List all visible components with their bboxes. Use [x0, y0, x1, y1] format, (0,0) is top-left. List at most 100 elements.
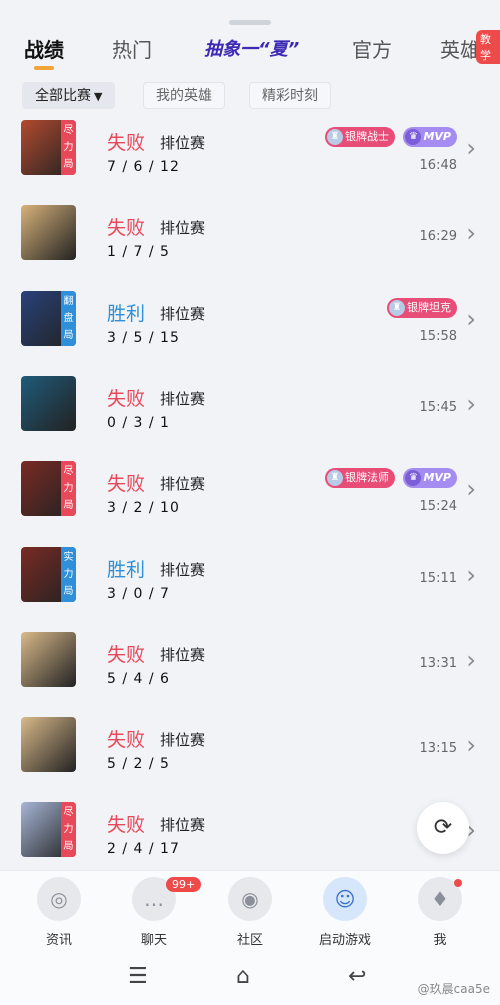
tab-hot[interactable]: 热门 [112, 34, 152, 63]
active-tab-indicator [34, 66, 54, 70]
match-tag: 翻盘局 [61, 291, 76, 346]
filter-all-label: 全部比赛 [35, 88, 91, 104]
match-row[interactable]: 失败 排位赛 5 / 4 / 6 13:31 › [0, 632, 500, 717]
chevron-down-icon: ▼ [94, 90, 103, 103]
match-kda: 3 / 2 / 10 [107, 500, 180, 516]
nav-news-label: 资讯 [45, 933, 72, 948]
match-time: 16:29 [419, 229, 457, 244]
chat-unread-badge: 99+ [166, 877, 202, 892]
refresh-button[interactable]: ⟳ [417, 802, 469, 854]
match-result: 失败 [107, 217, 146, 239]
match-mode: 排位赛 [160, 219, 206, 237]
home-icon[interactable]: ⌂ [236, 964, 250, 989]
hero-avatar [21, 717, 76, 772]
news-icon: ◎ [37, 877, 81, 921]
filter-highlights[interactable]: 精彩时刻 [249, 82, 331, 109]
match-mode: 排位赛 [160, 134, 206, 152]
profile-notification-dot [454, 879, 462, 887]
match-mode: 排位赛 [160, 816, 206, 834]
match-result: 胜利 [107, 303, 146, 325]
match-time: 13:15 [419, 741, 457, 756]
match-history-screen: 战绩 热门 抽象一“夏” 官方 英雄 教学 全部比赛 ▼ 我的英雄 精彩时刻 尽力… [0, 0, 500, 1005]
medal-icon: ♜ [327, 470, 343, 486]
match-tag: 尽力局 [61, 461, 76, 516]
bottom-nav: ◎ 资讯 … 99+ 聊天 ◉ 社区 ☺ 启动游戏 ♦ 我 [0, 870, 500, 952]
hero-avatar: 实力局 [21, 547, 76, 602]
match-kda: 7 / 6 / 12 [107, 159, 180, 175]
rank-badge[interactable]: ♜ 银牌坦克 [387, 298, 457, 318]
tab-record[interactable]: 战绩 [24, 34, 64, 63]
match-kda: 0 / 3 / 1 [107, 415, 170, 431]
back-icon[interactable]: ↩ [348, 964, 366, 989]
nav-chat[interactable]: … 99+ 聊天 [124, 877, 202, 948]
crown-icon: ♛ [405, 129, 422, 145]
match-time: 15:11 [419, 571, 457, 586]
chevron-right-icon: › [466, 219, 476, 247]
match-time: 15:45 [419, 400, 457, 415]
badge-label: 银牌战士 [345, 130, 389, 143]
nav-launch-game[interactable]: ☺ 启动游戏 [315, 877, 375, 948]
chevron-right-icon: › [466, 731, 476, 759]
match-badges: ♛ MVP ♜ 银牌战士 [311, 127, 457, 149]
match-row[interactable]: 失败 排位赛 5 / 2 / 5 13:15 › [0, 717, 500, 802]
match-mode: 排位赛 [160, 475, 206, 493]
nav-community[interactable]: ◉ 社区 [220, 877, 280, 948]
hero-avatar [21, 376, 76, 431]
launch-game-icon: ☺ [323, 877, 367, 921]
tab-official[interactable]: 官方 [352, 34, 392, 63]
hero-avatar: 尽力局 [21, 120, 76, 175]
match-row[interactable]: 翻盘局 胜利 排位赛 3 / 5 / 15 15:58 ♜ 银牌坦克 › [0, 291, 500, 376]
match-row[interactable]: 失败 排位赛 0 / 3 / 1 15:45 › [0, 376, 500, 461]
drag-handle[interactable] [229, 20, 271, 25]
hero-avatar: 翻盘局 [21, 291, 76, 346]
match-kda: 1 / 7 / 5 [107, 244, 170, 260]
nav-community-label: 社区 [236, 933, 263, 948]
watermark: @玖晨caa5e [417, 982, 490, 996]
hero-avatar: 尽力局 [21, 461, 76, 516]
match-mode: 排位赛 [160, 731, 206, 749]
match-kda: 2 / 4 / 17 [107, 841, 180, 857]
nav-profile[interactable]: ♦ 我 [410, 877, 470, 948]
rank-badge[interactable]: ♜ 银牌战士 [325, 127, 395, 147]
hero-avatar: 尽力局 [21, 802, 76, 857]
match-result: 失败 [107, 814, 146, 836]
badge-label: MVP [423, 130, 451, 143]
tab-heroes[interactable]: 英雄 [440, 34, 480, 63]
match-kda: 5 / 4 / 6 [107, 671, 170, 687]
filter-all-matches[interactable]: 全部比赛 ▼ [22, 82, 116, 109]
menu-icon[interactable]: ☰ [128, 964, 148, 989]
chevron-right-icon: › [466, 134, 476, 162]
nav-launch-game-label: 启动游戏 [318, 933, 371, 948]
match-row[interactable]: 尽力局 失败 排位赛 3 / 2 / 10 15:24 ♛ MVP ♜ 银牌法师 › [0, 461, 500, 546]
mvp-badge[interactable]: ♛ MVP [403, 468, 457, 488]
tab-heroes-badge: 教学 [476, 30, 500, 64]
match-tag: 尽力局 [61, 120, 76, 175]
chevron-right-icon: › [466, 646, 476, 674]
match-time: 15:24 [419, 499, 457, 514]
system-nav-bar: ☰ ⌂ ↩ @玖晨caa5e [0, 952, 500, 1005]
match-row[interactable]: 实力局 胜利 排位赛 3 / 0 / 7 15:11 › [0, 547, 500, 632]
match-result: 失败 [107, 644, 146, 666]
badge-label: MVP [423, 471, 451, 484]
nav-news[interactable]: ◎ 资讯 [29, 877, 89, 948]
tab-summer-event[interactable]: 抽象一“夏” [204, 35, 299, 61]
community-icon: ◉ [228, 877, 272, 921]
hero-avatar [21, 632, 76, 687]
match-row[interactable]: 失败 排位赛 1 / 7 / 5 16:29 › [0, 205, 500, 290]
match-row[interactable]: 尽力局 失败 排位赛 7 / 6 / 12 16:48 ♛ MVP ♜ 银牌战士 › [0, 120, 500, 205]
badge-label: 银牌坦克 [407, 301, 451, 314]
badge-label: 银牌法师 [345, 471, 389, 484]
filter-my-heroes[interactable]: 我的英雄 [143, 82, 225, 109]
top-tabs: 战绩 热门 抽象一“夏” 官方 英雄 教学 [0, 30, 500, 74]
nav-profile-label: 我 [433, 933, 447, 948]
chevron-right-icon: › [466, 390, 476, 418]
match-mode: 排位赛 [160, 561, 206, 579]
match-result: 胜利 [107, 559, 146, 581]
hero-avatar [21, 205, 76, 260]
match-result: 失败 [107, 388, 146, 410]
match-kda: 3 / 5 / 15 [107, 330, 180, 346]
mvp-badge[interactable]: ♛ MVP [403, 127, 457, 147]
match-kda: 5 / 2 / 5 [107, 756, 170, 772]
rank-badge[interactable]: ♜ 银牌法师 [325, 468, 395, 488]
match-tag: 尽力局 [61, 802, 76, 857]
